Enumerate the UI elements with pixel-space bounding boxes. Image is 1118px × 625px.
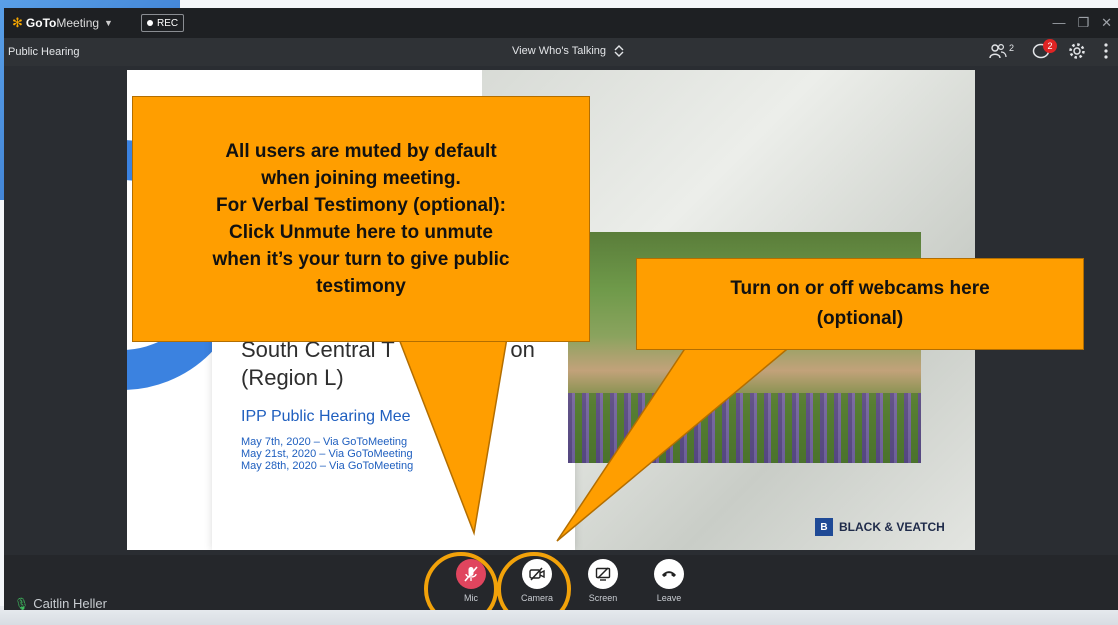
gotomeeting-window: ✻ GoTo Meeting ▼ REC — ❐ ✕ Public Hearin… xyxy=(4,8,1118,610)
leave-button[interactable]: Leave xyxy=(647,559,691,603)
speaker-name: Caitlin Heller xyxy=(33,596,107,610)
leave-toggle[interactable] xyxy=(654,559,684,589)
screen-toggle[interactable] xyxy=(588,559,618,589)
screen-button[interactable]: Screen xyxy=(581,559,625,603)
active-speaker: 🎙 Caitlin Heller xyxy=(14,596,107,610)
mic-instruction-callout: All users are muted by default when join… xyxy=(132,96,590,342)
phone-hangup-icon xyxy=(662,571,676,577)
speaking-mic-icon: 🎙 xyxy=(14,596,30,611)
screen-share-off-icon xyxy=(595,567,611,581)
camera-instruction-callout: Turn on or off webcams here (optional) xyxy=(636,258,1084,350)
leave-label: Leave xyxy=(656,593,682,603)
screen-label: Screen xyxy=(588,593,618,603)
